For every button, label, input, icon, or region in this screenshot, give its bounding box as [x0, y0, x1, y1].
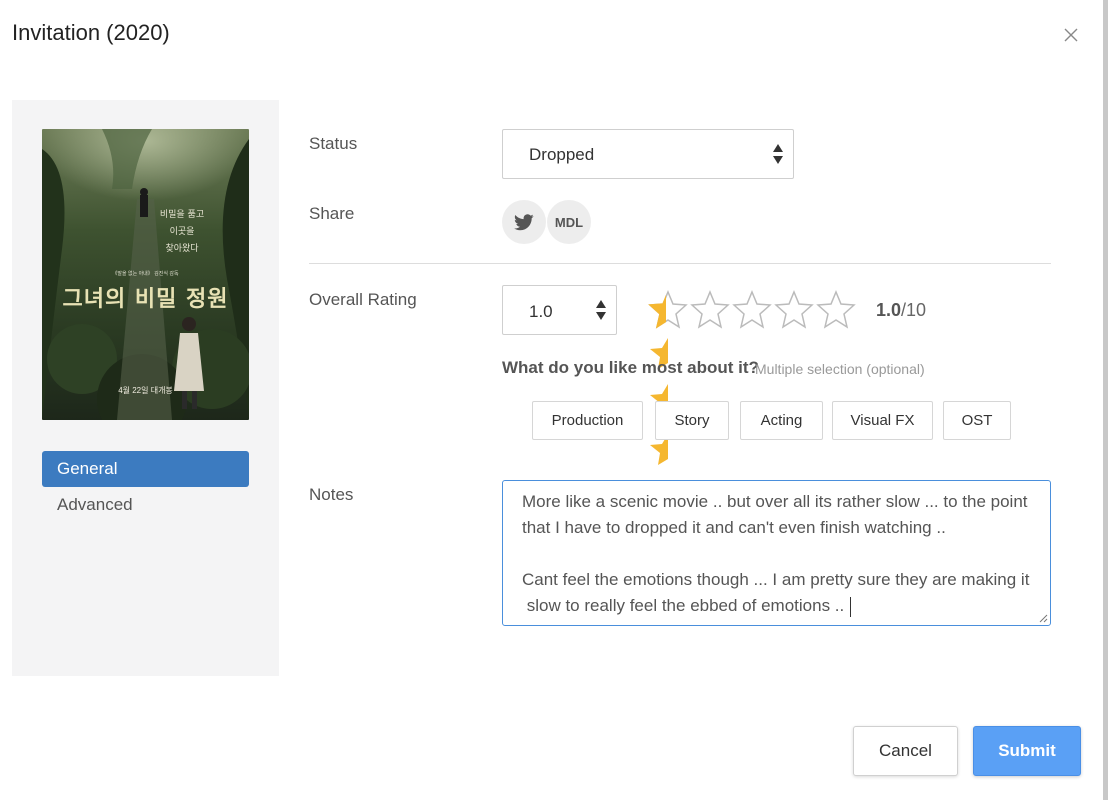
likes-hint: Multiple selection (optional)	[755, 361, 925, 377]
status-select[interactable]: Dropped	[502, 129, 794, 179]
notes-textarea[interactable]: More like a scenic movie .. but over all…	[502, 480, 1051, 626]
chip-story[interactable]: Story	[655, 401, 729, 440]
poster-credit: 《말을 없는 아내》 김진식 감독	[112, 271, 179, 277]
select-arrows-icon	[596, 300, 606, 322]
sidebar: 비밀을 품고 이곳을 찾아왔다 《말을 없는 아내》 김진식 감독 그녀의 비밀…	[12, 100, 279, 676]
notes-line: More like a scenic movie .. but over all…	[522, 492, 1028, 511]
close-icon[interactable]	[1060, 24, 1082, 46]
chip-ost[interactable]: OST	[943, 401, 1011, 440]
star-icon[interactable]	[774, 290, 814, 330]
star-icon[interactable]	[648, 290, 688, 330]
poster-release: 4월 22일 대개봉	[118, 386, 173, 395]
notes-line-last: slow to really feel the ebbed of emotion…	[522, 593, 1036, 619]
twitter-icon	[514, 213, 534, 230]
status-label: Status	[309, 134, 358, 153]
poster-title: 그녀의 비밀 정원	[62, 286, 229, 312]
likes-question: What do you like most about it?	[502, 358, 759, 377]
star-icon[interactable]	[690, 290, 730, 330]
cancel-button[interactable]: Cancel	[853, 726, 958, 776]
nav-item-advanced[interactable]: Advanced	[42, 487, 249, 523]
text-caret	[850, 596, 852, 617]
movie-poster: 비밀을 품고 이곳을 찾아왔다 《말을 없는 아내》 김진식 감독 그녀의 비밀…	[42, 129, 249, 420]
share-label: Share	[309, 204, 355, 223]
poster-tagline-2: 이곳을	[169, 227, 195, 237]
star-icon[interactable]	[732, 290, 772, 330]
star-icon[interactable]	[816, 290, 856, 330]
select-arrows-icon	[773, 144, 783, 166]
window-edge	[1103, 0, 1108, 800]
notes-line-text: slow to really feel the ebbed of emotion…	[522, 596, 845, 615]
rating-readout-max: /10	[901, 300, 927, 320]
poster-tagline-3: 찾아왔다	[165, 244, 199, 254]
rating-readout: 1.0/10	[876, 300, 926, 321]
rating-select[interactable]: 1.0	[502, 285, 617, 335]
rating-readout-value: 1.0	[876, 300, 902, 320]
notes-label: Notes	[309, 485, 354, 504]
poster-tagline-1: 비밀을 품고	[159, 210, 205, 220]
nav-item-general[interactable]: General	[42, 451, 249, 487]
modal-title: Invitation (2020)	[12, 20, 170, 45]
rating-select-value: 1.0	[529, 302, 553, 321]
submit-button[interactable]: Submit	[973, 726, 1081, 776]
mdl-share-label: MDL	[554, 214, 584, 230]
resize-handle-icon[interactable]	[1038, 613, 1048, 623]
notes-line: Cant feel the emotions though ... I am p…	[522, 570, 1030, 589]
divider	[309, 263, 1051, 264]
notes-line	[522, 541, 1036, 567]
status-value: Dropped	[529, 145, 595, 164]
chip-production[interactable]: Production	[532, 401, 643, 440]
chip-visual-fx[interactable]: Visual FX	[832, 401, 933, 440]
overall-rating-label: Overall Rating	[309, 290, 417, 309]
chip-acting[interactable]: Acting	[740, 401, 823, 440]
notes-line: that I have to dropped it and can't even…	[522, 518, 946, 537]
mdl-share-button[interactable]: MDL	[547, 200, 591, 244]
twitter-share-button[interactable]	[502, 200, 546, 244]
